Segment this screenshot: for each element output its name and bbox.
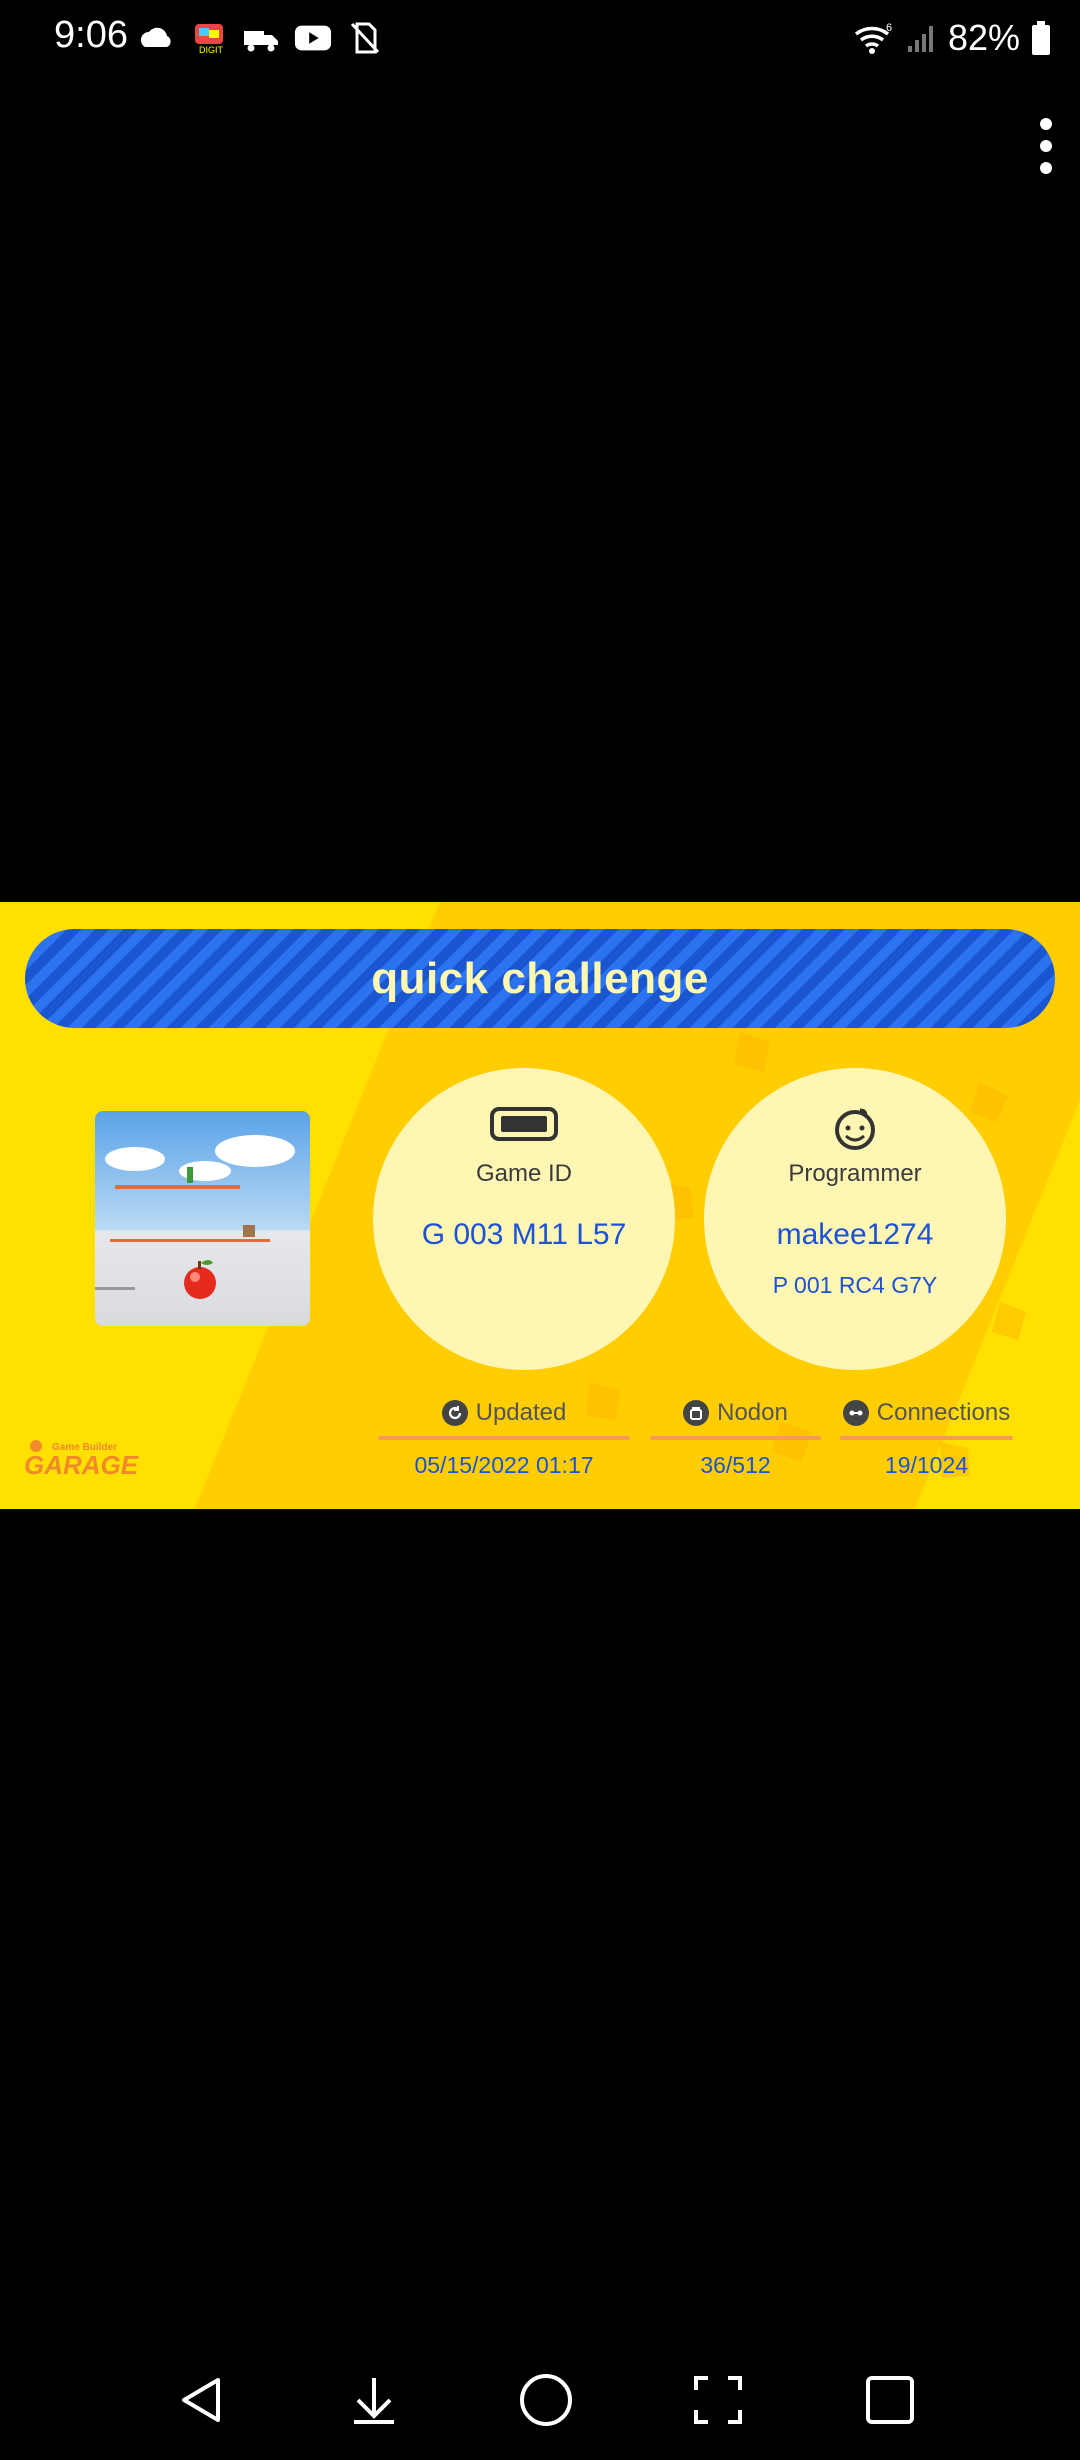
nodon-icon — [683, 1400, 710, 1426]
screenshot-button[interactable] — [686, 2368, 750, 2432]
battery-percent: 82% — [947, 17, 1020, 58]
nodon-label: Nodon — [717, 1399, 788, 1426]
svg-text:GARAGE: GARAGE — [24, 1450, 139, 1480]
console-icon — [489, 1106, 559, 1147]
nodon-stat: Nodon 36/512 — [650, 1396, 821, 1479]
nodon-value: 36/512 — [700, 1452, 771, 1478]
game-thumbnail — [95, 1111, 310, 1326]
updated-stat: Updated 05/15/2022 01:17 — [378, 1396, 630, 1479]
no-sim-icon — [346, 19, 384, 57]
status-time: 9:06 — [54, 14, 128, 56]
programmer-label: Programmer — [788, 1160, 922, 1187]
dot-icon — [1040, 140, 1052, 152]
back-button[interactable] — [170, 2368, 234, 2432]
programmer-face-icon — [830, 1106, 880, 1155]
weather-icon — [138, 19, 176, 57]
app-badge-icon: DIGIT — [190, 19, 228, 57]
divider — [650, 1436, 821, 1440]
home-button[interactable] — [514, 2368, 578, 2432]
wifi-icon: 6 — [854, 22, 892, 54]
more-options-button[interactable] — [1022, 110, 1070, 182]
game-info-card: quick challenge Game ID G 003 M11 L57 Pr… — [0, 902, 1080, 1509]
dot-icon — [1040, 162, 1052, 174]
svg-text:DIGIT: DIGIT — [199, 45, 224, 55]
notification-icons: DIGIT — [138, 14, 384, 62]
status-bar: 9:06 DIGIT 6 82% — [0, 0, 1080, 80]
navigation-bar — [0, 2340, 1080, 2460]
programmer-name: makee1274 — [776, 1218, 934, 1251]
delivery-icon — [242, 19, 280, 57]
refresh-icon — [441, 1400, 468, 1426]
system-indicators: 6 82% — [852, 14, 1052, 62]
game-id-value: G 003 M11 L57 — [421, 1218, 627, 1251]
game-id-bubble: Game ID G 003 M11 L57 — [373, 1068, 675, 1370]
svg-text:6: 6 — [886, 22, 892, 34]
programmer-bubble: Programmer makee1274 P 001 RC4 G7Y — [704, 1068, 1006, 1370]
game-id-label: Game ID — [475, 1160, 573, 1187]
game-title: quick challenge — [371, 953, 709, 1003]
connections-stat: Connections 19/1024 — [840, 1396, 1013, 1479]
signal-icon — [907, 26, 933, 52]
connections-value: 19/1024 — [884, 1452, 969, 1478]
programmer-id: P 001 RC4 G7Y — [772, 1272, 938, 1298]
battery-icon — [1032, 21, 1050, 55]
youtube-icon — [294, 19, 332, 57]
recents-button[interactable] — [858, 2368, 922, 2432]
connections-label: Connections — [876, 1399, 1011, 1426]
updated-label: Updated — [475, 1399, 567, 1426]
game-title-banner: quick challenge — [25, 929, 1055, 1028]
divider — [840, 1436, 1013, 1440]
dot-icon — [1040, 118, 1052, 130]
game-builder-garage-logo: Game Builder GARAGE — [24, 1436, 144, 1480]
download-button[interactable] — [342, 2368, 406, 2432]
updated-value: 05/15/2022 01:17 — [414, 1452, 594, 1478]
divider — [378, 1436, 630, 1440]
connections-icon — [842, 1400, 869, 1426]
